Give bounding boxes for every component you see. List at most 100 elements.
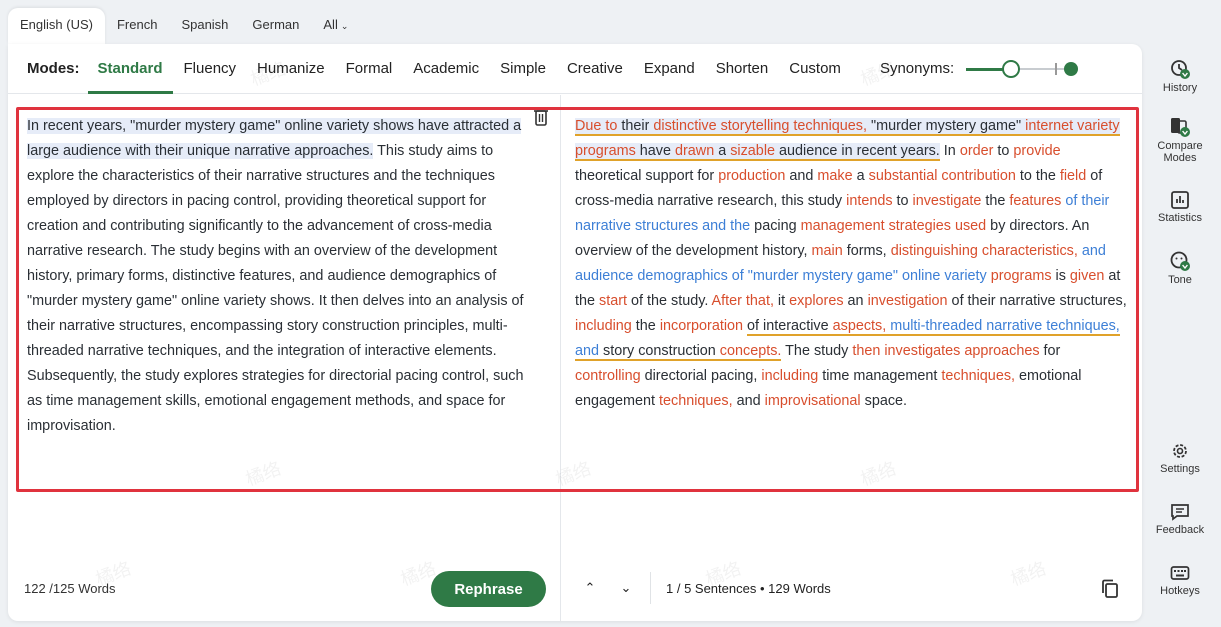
slider-premium-icon[interactable]: [1064, 61, 1079, 76]
chevron-up-icon[interactable]: ⌃: [580, 578, 600, 598]
trash-icon[interactable]: [533, 107, 549, 127]
output-segment[interactable]: start: [599, 293, 627, 309]
lang-tab-english[interactable]: English (US): [8, 8, 105, 44]
output-segment[interactable]: substantial contribution: [869, 168, 1016, 184]
synonyms-slider[interactable]: [966, 59, 1079, 79]
copy-icon[interactable]: [1101, 579, 1119, 599]
output-segment[interactable]: incorporation: [660, 318, 743, 334]
output-segment: a: [852, 168, 869, 184]
output-segment[interactable]: order: [960, 143, 994, 159]
lang-tab-french[interactable]: French: [105, 8, 169, 44]
sidebar-label-settings: Settings: [1160, 463, 1200, 475]
statistics-icon: [1171, 191, 1189, 209]
sidebar-label-hotkeys: Hotkeys: [1160, 585, 1200, 597]
lang-tab-spanish[interactable]: Spanish: [169, 8, 240, 44]
output-segment[interactable]: distinguishing characteristics,: [891, 243, 1078, 259]
output-segment[interactable]: aspects,: [832, 318, 887, 336]
output-segment[interactable]: including: [575, 318, 632, 334]
output-segment[interactable]: features: [1009, 193, 1061, 209]
output-segment: of the study.: [627, 293, 712, 309]
output-segment[interactable]: management strategies used: [801, 218, 987, 234]
output-segment: to the: [1015, 168, 1060, 184]
input-text[interactable]: In recent years, "murder mystery game" o…: [27, 114, 537, 439]
chevron-down-icon[interactable]: ⌄: [616, 578, 636, 598]
modes-bar: Modes: Standard Fluency Humanize Formal …: [8, 44, 1142, 94]
output-segment[interactable]: provide: [1013, 143, 1060, 159]
output-segment[interactable]: intends: [846, 193, 892, 209]
output-segment[interactable]: including: [761, 368, 818, 384]
footer-divider: [650, 572, 651, 604]
sidebar-item-statistics[interactable]: Statistics: [1147, 190, 1213, 224]
chevron-down-icon: ⌄: [340, 21, 349, 31]
sidebar-item-tone[interactable]: Tone: [1147, 250, 1213, 286]
output-segment: story construction: [599, 343, 720, 361]
compare-modes-icon: [1171, 118, 1190, 137]
output-segment[interactable]: concepts.: [719, 343, 782, 361]
output-segment[interactable]: investigation: [868, 293, 948, 309]
sidebar-label-statistics: Statistics: [1157, 212, 1202, 224]
output-segment: space.: [860, 393, 908, 409]
output-segment: directorial pacing,: [640, 368, 762, 384]
output-segment: to: [993, 143, 1014, 159]
output-segment[interactable]: then investigates approaches: [852, 343, 1039, 359]
output-segment[interactable]: Due to: [575, 118, 618, 136]
lang-tab-german[interactable]: German: [240, 8, 311, 44]
output-segment: to: [892, 193, 913, 209]
sidebar-label-tone: Tone: [1168, 274, 1192, 286]
sidebar-item-feedback[interactable]: Feedback: [1147, 502, 1213, 536]
output-segment[interactable]: sizable: [730, 143, 776, 161]
stats-separator-dot: •: [759, 581, 769, 596]
mode-creative[interactable]: Creative: [567, 44, 623, 94]
lang-tab-all[interactable]: All ⌄: [311, 8, 360, 44]
output-segment[interactable]: improvisational: [765, 393, 861, 409]
mode-standard[interactable]: Standard: [87, 44, 173, 94]
output-segment[interactable]: investigate: [913, 193, 982, 209]
output-segment[interactable]: production: [718, 168, 785, 184]
sidebar-item-history[interactable]: History: [1147, 58, 1213, 94]
output-segment: the: [631, 318, 660, 334]
mode-simple[interactable]: Simple: [500, 44, 546, 94]
output-segment: time management: [818, 368, 942, 384]
output-segment[interactable]: explores: [789, 293, 843, 309]
output-segment[interactable]: make: [817, 168, 852, 184]
mode-humanize[interactable]: Humanize: [257, 44, 325, 94]
rephrase-button[interactable]: Rephrase: [431, 571, 546, 607]
mode-formal[interactable]: Formal: [346, 44, 393, 94]
output-segment[interactable]: drawn: [675, 143, 715, 161]
output-segment[interactable]: techniques,: [941, 368, 1015, 384]
output-text[interactable]: Due to their distinctive storytelling te…: [575, 114, 1127, 414]
output-stats: 1 / 5 Sentences • 129 Words: [666, 581, 831, 596]
sidebar-item-hotkeys[interactable]: Hotkeys: [1147, 563, 1213, 597]
output-segment[interactable]: techniques,: [659, 393, 733, 409]
output-segment[interactable]: field: [1060, 168, 1086, 184]
mode-academic[interactable]: Academic: [413, 44, 479, 94]
sentence-count: 1 / 5 Sentences: [666, 581, 757, 596]
output-segment: In: [939, 143, 960, 159]
mode-fluency[interactable]: Fluency: [184, 44, 237, 94]
output-segment[interactable]: programs: [991, 268, 1052, 284]
input-remaining-text: This study aims to explore the character…: [27, 143, 524, 434]
feedback-icon: [1171, 504, 1189, 521]
mode-custom[interactable]: Custom: [789, 44, 841, 94]
output-segment[interactable]: After that,: [712, 293, 774, 309]
sidebar-label-feedback: Feedback: [1155, 524, 1205, 536]
output-segment: "murder mystery game": [870, 118, 1022, 136]
sidebar-item-compare-modes[interactable]: Compare Modes: [1147, 116, 1213, 164]
output-segment[interactable]: given: [1070, 268, 1104, 284]
output-segment: pacing: [750, 218, 801, 234]
slider-knob[interactable]: [1002, 59, 1021, 78]
output-segment[interactable]: programs: [575, 143, 636, 161]
output-segment[interactable]: controlling: [575, 368, 641, 384]
output-segment[interactable]: main: [812, 243, 843, 259]
output-segment[interactable]: distinctive storytelling techniques,: [653, 118, 867, 136]
output-segment[interactable]: internet variety: [1025, 118, 1120, 136]
word-count: 122 /125 Words: [24, 581, 116, 596]
lang-all-label: All: [323, 17, 338, 32]
tone-icon: [1170, 251, 1190, 271]
sidebar-item-settings[interactable]: Settings: [1147, 441, 1213, 475]
history-icon: [1171, 60, 1190, 79]
output-segment: their: [621, 118, 650, 136]
mode-shorten[interactable]: Shorten: [716, 44, 769, 94]
sidebar-label-compare: Compare Modes: [1157, 140, 1203, 164]
mode-expand[interactable]: Expand: [644, 44, 695, 94]
